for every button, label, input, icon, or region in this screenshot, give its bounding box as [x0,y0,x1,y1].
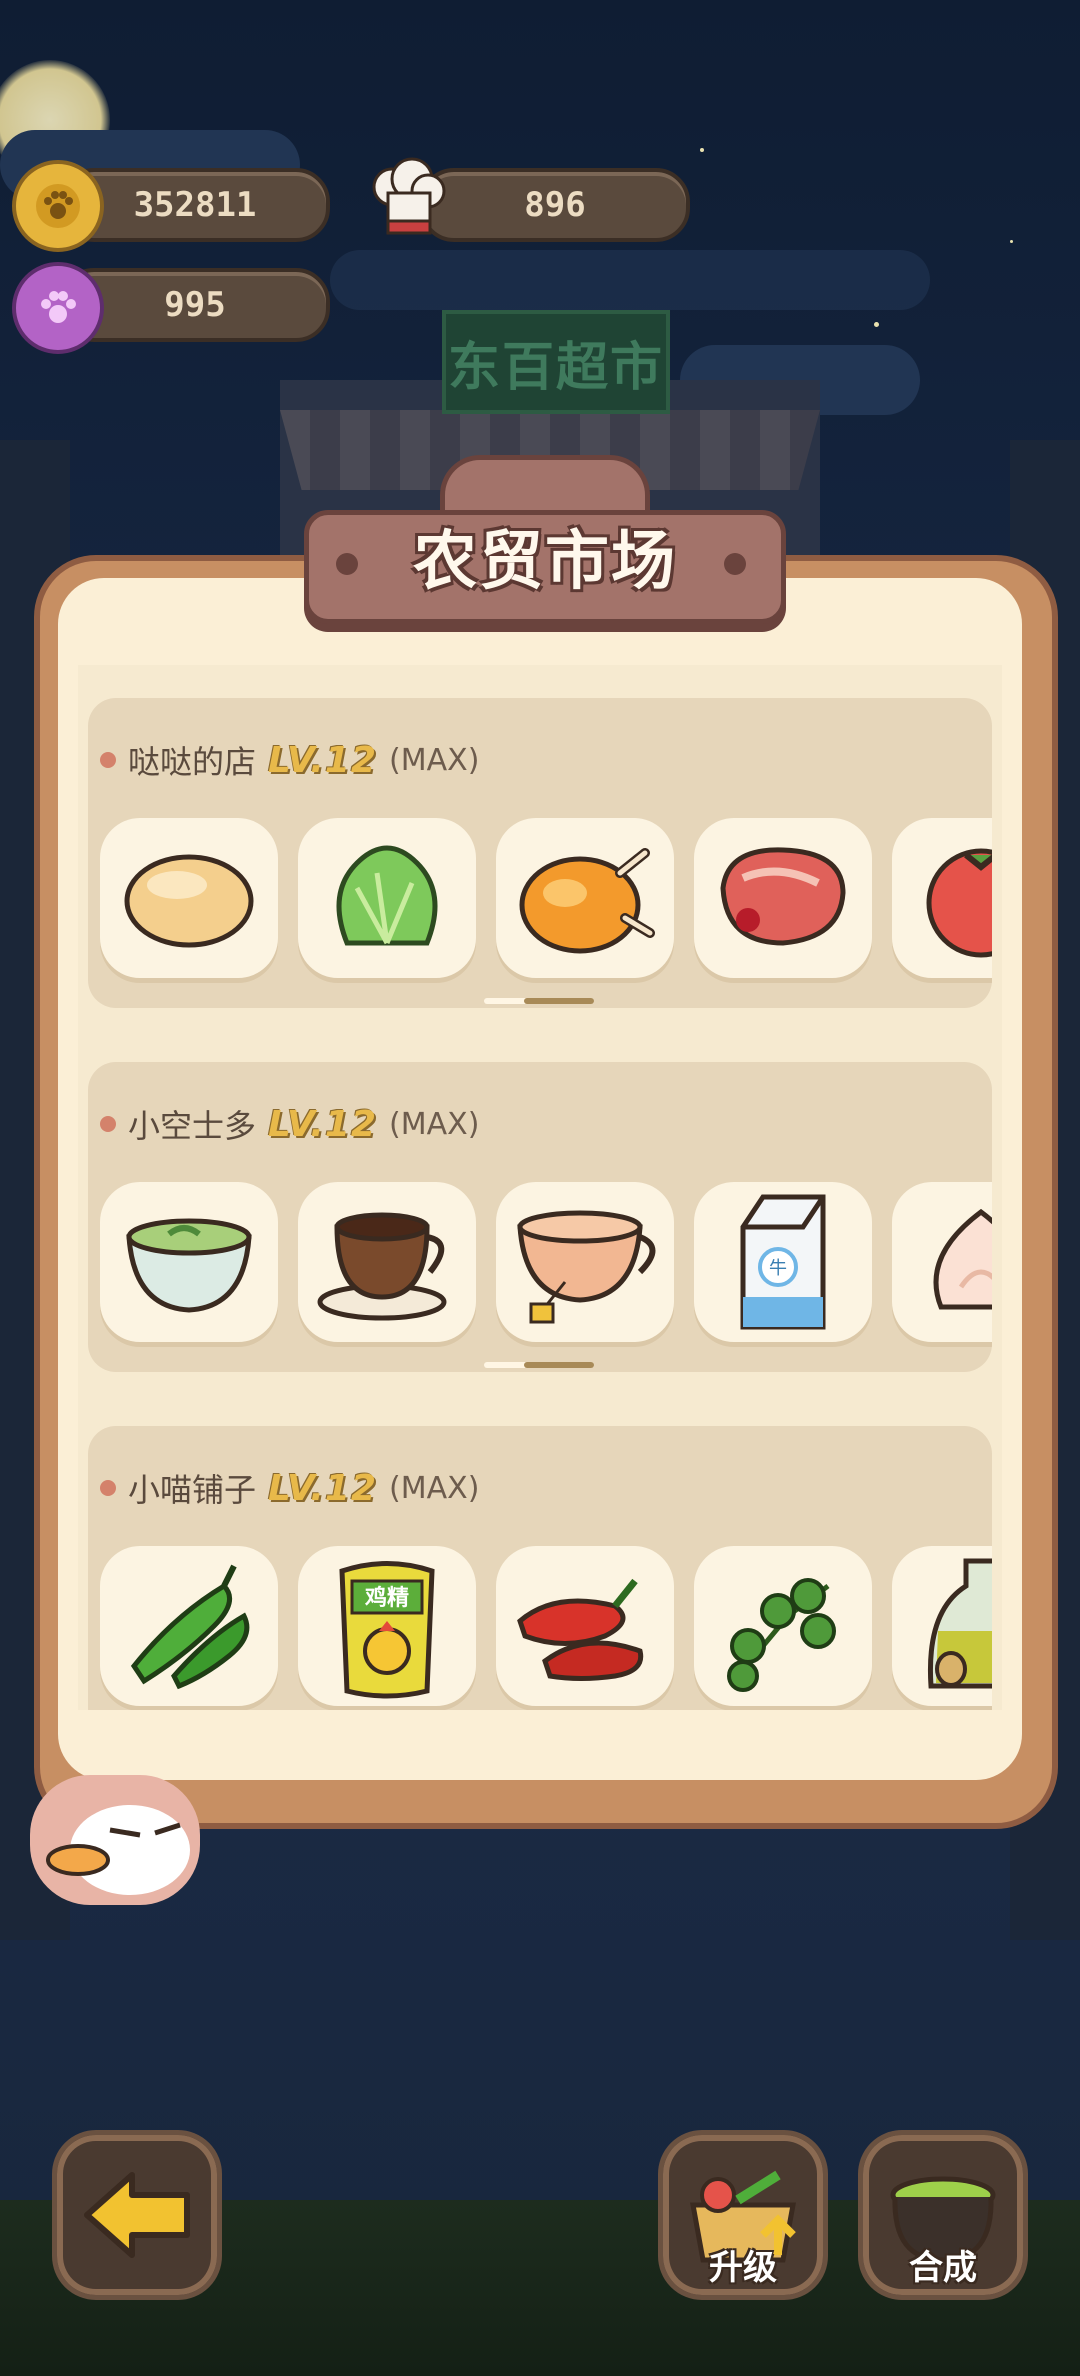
craft-label: 合成 [909,2248,977,2288]
shop-max-tag: (MAX) [389,1106,480,1142]
chicken-essence-icon[interactable]: 鸡精 [298,1546,476,1706]
scrollbar-thumb[interactable] [524,1362,594,1368]
chicken-essence-label: 鸡精 [364,1585,409,1611]
shop-card: 小喵铺子 LV.12 (MAX) 鸡精 [88,1426,992,1710]
bullet-dot [100,752,116,768]
steak-icon[interactable] [694,818,872,978]
craft-button[interactable]: 合成 [858,2130,1028,2300]
shop-level: LV.12 [268,1467,378,1509]
paw-gem-icon [12,262,104,354]
ingredient-row[interactable]: 牛 [100,1182,992,1342]
shop-name: 小空士多 [128,1107,257,1145]
shop-header: 小喵铺子 LV.12 (MAX) [100,1466,479,1510]
upgrade-label: 升级 [709,2248,777,2288]
upgrade-button[interactable]: 升级 [658,2130,828,2300]
roast-chicken-icon[interactable] [496,818,674,978]
dough-icon[interactable] [100,818,278,978]
market-title: 农贸市场 [413,525,677,599]
cilantro-icon[interactable] [694,1546,872,1706]
ingredient-row[interactable] [100,818,992,978]
milk-label: 牛 [769,1258,787,1279]
scrollbar-thumb[interactable] [524,998,594,1004]
paw-coin-icon [12,160,104,252]
cream-icon[interactable] [892,1182,992,1342]
star [700,148,704,152]
green-tea-icon[interactable] [100,1182,278,1342]
star [874,322,879,327]
shop-card: 哒哒的店 LV.12 (MAX) [88,698,992,1008]
shop-list[interactable]: 哒哒的店 LV.12 (MAX) 小空士多 LV.12 (MAX) 牛 小喵铺子… [78,665,1002,1710]
arrow-left-icon [84,2172,190,2258]
shop-max-tag: (MAX) [389,1470,480,1506]
bullet-dot [100,1116,116,1132]
chef-hat-icon [366,157,450,242]
red-pepper-icon[interactable] [496,1546,674,1706]
shop-card: 小空士多 LV.12 (MAX) 牛 [88,1062,992,1372]
oil-bottle-icon[interactable] [892,1546,992,1706]
horizontal-scrollbar[interactable] [484,1362,594,1368]
shop-level: LV.12 [268,1103,378,1145]
shop-name: 哒哒的店 [128,743,257,781]
lettuce-icon[interactable] [298,818,476,978]
black-tea-icon[interactable] [496,1182,674,1342]
bullet-dot [100,1480,116,1496]
tomato-icon[interactable] [892,818,992,978]
milk-carton-icon[interactable]: 牛 [694,1182,872,1342]
ingredient-row[interactable]: 鸡精 [100,1546,992,1706]
shop-max-tag: (MAX) [389,742,480,778]
duck-icon [46,1805,190,1895]
star [1010,240,1013,243]
green-pepper-icon[interactable] [100,1546,278,1706]
back-button[interactable] [52,2130,222,2300]
shop-name: 小喵铺子 [128,1471,257,1509]
chef-token-count: 896 [420,168,690,242]
shop-header: 小空士多 LV.12 (MAX) [100,1102,479,1146]
shop-header: 哒哒的店 LV.12 (MAX) [100,738,479,782]
duck-npc-bubble[interactable] [30,1775,200,1905]
horizontal-scrollbar[interactable] [484,998,594,1004]
coffee-icon[interactable] [298,1182,476,1342]
cloud [330,250,930,310]
shop-level: LV.12 [268,739,378,781]
supermarket-sign: 东百超市 [442,310,670,414]
